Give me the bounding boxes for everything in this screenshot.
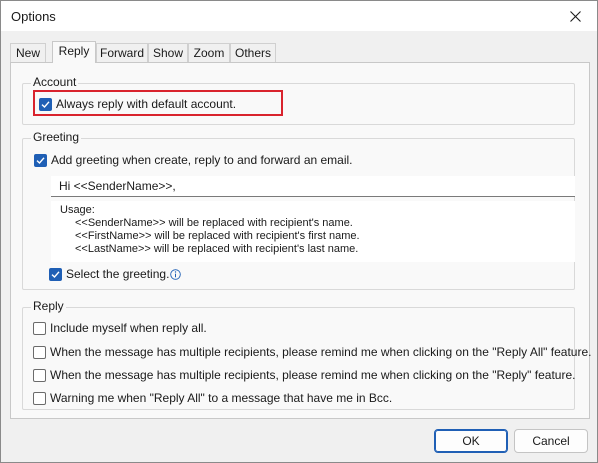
reply-group-label: Reply <box>31 299 66 313</box>
tab-forward[interactable]: Forward <box>96 43 148 63</box>
usage-title: Usage: <box>60 204 95 216</box>
warn-bcc-label: Warning me when "Reply All" to a message… <box>50 391 393 405</box>
info-icon[interactable] <box>170 269 181 280</box>
tab-others[interactable]: Others <box>230 43 276 63</box>
usage-line-first: <<FirstName>> will be replaced with reci… <box>75 230 360 242</box>
remind-reply-label: When the message has multiple recipients… <box>50 368 576 382</box>
checkbox-unchecked-icon <box>33 368 46 382</box>
reply-tab-panel: Account Always reply with default accoun… <box>10 62 591 419</box>
checkbox-checked-icon <box>34 153 47 167</box>
tab-zoom[interactable]: Zoom <box>188 43 230 63</box>
usage-line-sender: <<SenderName>> will be replaced with rec… <box>75 217 353 229</box>
always-reply-default-checkbox[interactable]: Always reply with default account. <box>39 96 236 112</box>
options-dialog: Options New Reply Forward Show Zoom Othe… <box>0 0 598 463</box>
remind-reply-all-label: When the message has multiple recipients… <box>50 345 592 359</box>
close-icon <box>569 10 581 22</box>
checkbox-unchecked-icon <box>33 345 46 359</box>
tab-show[interactable]: Show <box>148 43 188 63</box>
tab-strip: New Reply Forward Show Zoom Others <box>10 41 590 63</box>
window-title: Options <box>11 9 56 24</box>
checkbox-checked-icon <box>39 97 52 111</box>
close-button[interactable] <box>553 1 597 31</box>
ok-button[interactable]: OK <box>434 429 508 453</box>
select-greeting-checkbox[interactable]: Select the greeting. <box>49 266 169 282</box>
include-myself-checkbox[interactable]: Include myself when reply all. <box>33 320 207 336</box>
select-greeting-label: Select the greeting. <box>66 267 170 281</box>
remind-reply-all-checkbox[interactable]: When the message has multiple recipients… <box>33 344 591 360</box>
account-group-label: Account <box>31 75 79 89</box>
include-myself-label: Include myself when reply all. <box>50 321 207 335</box>
title-bar: Options <box>1 1 597 31</box>
usage-line-last: <<LastName>> will be replaced with recip… <box>75 243 359 255</box>
add-greeting-checkbox[interactable]: Add greeting when create, reply to and f… <box>34 152 353 168</box>
cancel-button[interactable]: Cancel <box>514 429 588 453</box>
tab-new[interactable]: New <box>10 43 46 63</box>
greeting-group-label: Greeting <box>31 130 82 144</box>
remind-reply-checkbox[interactable]: When the message has multiple recipients… <box>33 367 575 383</box>
checkbox-checked-icon <box>49 267 62 281</box>
usage-panel: Usage: <<SenderName>> will be replaced w… <box>51 201 575 262</box>
always-reply-default-label: Always reply with default account. <box>56 97 237 111</box>
greeting-text-input[interactable] <box>51 176 575 197</box>
checkbox-unchecked-icon <box>33 391 46 405</box>
add-greeting-label: Add greeting when create, reply to and f… <box>51 153 353 167</box>
warn-bcc-checkbox[interactable]: Warning me when "Reply All" to a message… <box>33 390 392 406</box>
checkbox-unchecked-icon <box>33 321 46 335</box>
tab-reply[interactable]: Reply <box>52 41 96 63</box>
